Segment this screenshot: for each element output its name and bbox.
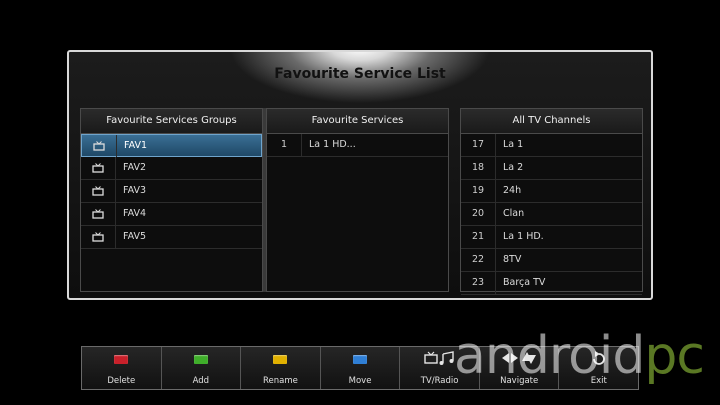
red-key-icon [114,355,129,364]
group-item[interactable]: FAV4 [81,203,262,226]
tv-icon [81,180,116,202]
channel-item[interactable]: 18 La 2 [461,157,642,180]
channel-item[interactable]: 19 24h [461,180,642,203]
channel-number: 22 [461,249,496,271]
group-item[interactable]: FAV3 [81,180,262,203]
exit-label: Exit [590,376,607,386]
exit-icon [559,351,638,370]
group-label: FAV1 [124,140,148,151]
services-panel: Favourite Services 1 La 1 HD... [266,108,449,292]
dialog-title: Favourite Service List [274,66,446,82]
navigate-button[interactable]: Navigate [480,347,560,389]
move-label: Move [348,376,372,386]
tv-icon [82,135,117,157]
channel-name: Clan [503,208,525,219]
services-header: Favourite Services [267,109,448,134]
channel-name: La 2 [503,162,524,173]
service-name: La 1 HD... [309,139,356,150]
channels-list: 17 La 1 18 La 2 19 24h 20 Clan 21 La 1 HD. 22 8TV 23… [461,134,642,295]
channel-name: 24h [503,185,522,196]
channel-item[interactable]: 20 Clan [461,203,642,226]
tv-icon [81,203,116,225]
delete-label: Delete [107,376,136,386]
group-label: FAV2 [123,162,147,173]
delete-button[interactable]: Delete [82,347,162,389]
group-label: FAV5 [123,231,147,242]
channel-item[interactable]: 17 La 1 [461,134,642,157]
services-list: 1 La 1 HD... [267,134,448,157]
add-button[interactable]: Add [162,347,242,389]
channel-item[interactable]: 22 8TV [461,249,642,272]
add-label: Add [192,376,210,386]
channels-header: All TV Channels [461,109,642,134]
function-key-bar: Delete Add Rename Move TV/Radio Navigate… [81,346,639,390]
group-label: FAV4 [123,208,147,219]
watermark-accent: pc [644,326,705,386]
channel-number: 23 [461,272,496,294]
favourite-service-dialog: Favourite Service List Favourite Service… [67,50,653,300]
tv-radio-label: TV/Radio [420,376,459,386]
channel-name: La 1 [503,139,524,150]
blue-key-icon [353,355,368,364]
groups-header: Favourite Services Groups [81,109,262,134]
groups-panel: Favourite Services Groups FAV1 FAV2 FAV3 FA… [80,108,263,292]
exit-button[interactable]: Exit [559,347,638,389]
channel-number: 18 [461,157,496,179]
service-number: 1 [267,134,302,156]
channel-item[interactable]: 21 La 1 HD. [461,226,642,249]
channel-number: 21 [461,226,496,248]
yellow-key-icon [273,355,288,364]
rename-button[interactable]: Rename [241,347,321,389]
navigate-arrows-icon [480,351,559,368]
channel-name: 8TV [503,254,522,265]
rename-label: Rename [263,376,298,386]
group-item[interactable]: FAV1 [81,134,262,157]
tv-icon [81,226,116,248]
group-label: FAV3 [123,185,147,196]
tv-icon [81,157,116,179]
channel-item[interactable]: 23 Barça TV [461,272,642,295]
service-item[interactable]: 1 La 1 HD... [267,134,448,157]
channel-number: 20 [461,203,496,225]
green-key-icon [193,355,208,364]
channel-name: La 1 HD. [503,231,544,242]
tv-radio-button[interactable]: TV/Radio [400,347,480,389]
channel-name: Barça TV [503,277,546,288]
channel-number: 17 [461,134,496,156]
groups-list: FAV1 FAV2 FAV3 FAV4 FAV5 [81,134,262,249]
navigate-label: Navigate [500,376,539,386]
channel-number: 19 [461,180,496,202]
channels-panel: All TV Channels 17 La 1 18 La 2 19 24h 20 Clan 2… [460,108,643,295]
group-item[interactable]: FAV2 [81,157,262,180]
move-button[interactable]: Move [321,347,401,389]
tv-radio-icon [400,351,479,368]
group-item[interactable]: FAV5 [81,226,262,249]
